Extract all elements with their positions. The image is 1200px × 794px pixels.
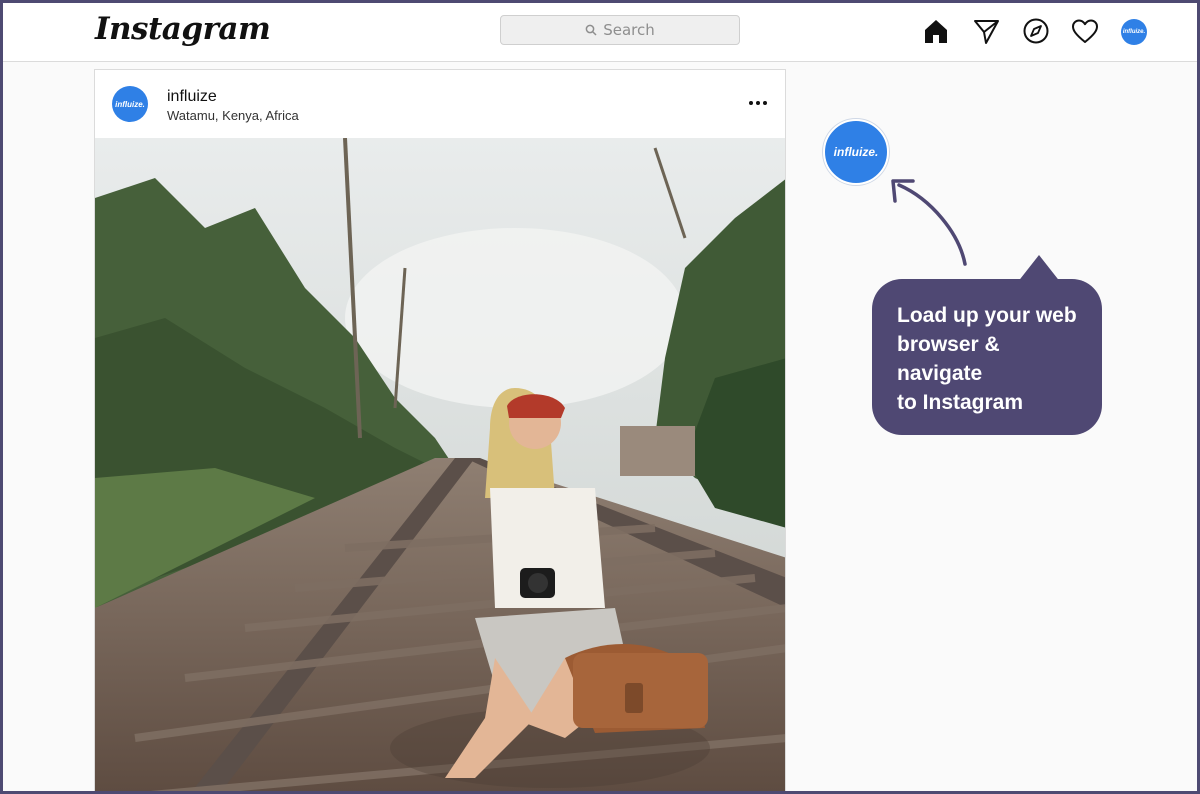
- pointer-arrow-icon: [891, 179, 967, 266]
- heart-icon[interactable]: [1070, 16, 1100, 46]
- search-box[interactable]: Search: [500, 15, 740, 45]
- post-username[interactable]: influize: [167, 88, 217, 106]
- post-location[interactable]: Watamu, Kenya, Africa: [167, 108, 299, 123]
- post-card: influize. influize Watamu, Kenya, Africa: [94, 69, 786, 791]
- callout-line-4: to Instagram: [897, 391, 1024, 414]
- compass-icon[interactable]: [1021, 16, 1051, 46]
- post-header: influize. influize Watamu, Kenya, Africa: [95, 70, 785, 138]
- app-frame: Instagram Search influize. influize. inf…: [0, 0, 1200, 794]
- influize-avatar-highlight: influize.: [823, 119, 889, 185]
- post-author-avatar[interactable]: influize.: [112, 86, 148, 122]
- search-icon: [585, 24, 597, 36]
- paper-plane-icon[interactable]: [971, 16, 1001, 46]
- home-icon[interactable]: [921, 16, 951, 46]
- callout-line-1: Load up your web: [897, 304, 1077, 327]
- callout-line-3: navigate: [897, 362, 983, 385]
- callout-line-2: browser &: [897, 333, 1000, 356]
- post-photo[interactable]: [95, 138, 785, 791]
- top-navigation-bar: Instagram Search influize.: [3, 3, 1197, 62]
- profile-avatar[interactable]: influize.: [1121, 19, 1147, 45]
- instruction-callout: Load up your web browser & navigate to I…: [872, 279, 1102, 435]
- instagram-logo[interactable]: Instagram: [95, 11, 271, 47]
- more-options-icon[interactable]: [747, 96, 769, 110]
- search-placeholder: Search: [603, 21, 655, 39]
